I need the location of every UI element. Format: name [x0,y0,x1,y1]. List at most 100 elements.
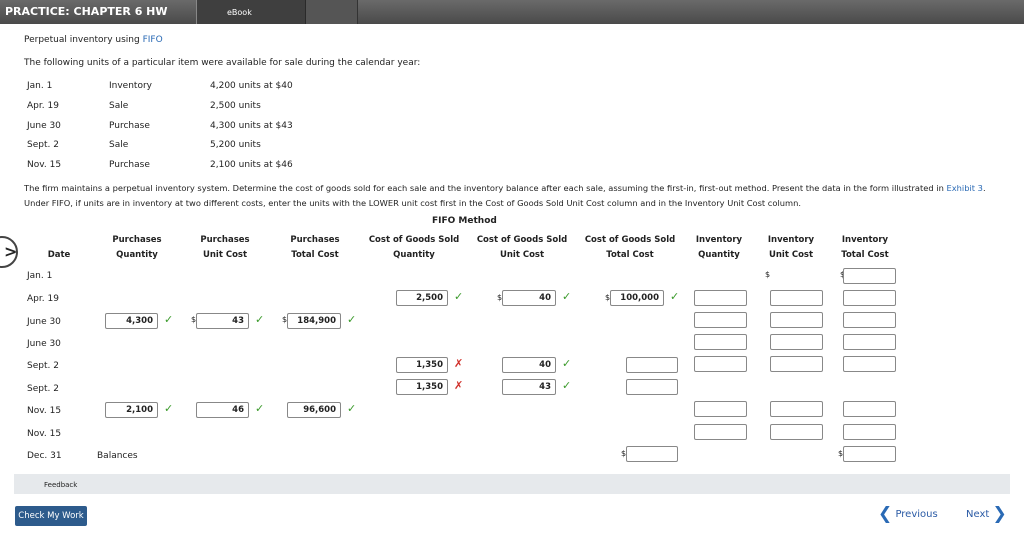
assignment-title: PRACTICE: CHAPTER 6 HW [5,5,168,18]
inventory-total-cost-input[interactable] [843,401,896,417]
purchases-quantity-input[interactable]: 4,300 [105,313,158,329]
check-icon: ✓ [164,402,174,415]
dollar-sign: $ [765,270,771,279]
inventory-quantity-input[interactable] [694,312,747,328]
cogs-total-cost-input[interactable] [626,357,678,373]
purchases-total-cost-input[interactable]: 96,600 [287,402,341,418]
transaction-type: Sale [109,140,129,150]
inventory-quantity-input[interactable] [694,290,747,306]
purchases-unit-cost-input[interactable]: 43 [196,313,249,329]
transaction-detail: 4,300 units at $43 [210,121,293,131]
cross-icon: ✗ [454,379,464,392]
cogs-total-cost-input[interactable] [626,379,678,395]
row-date: Apr. 19 [27,294,59,304]
next-label: Next [966,509,990,520]
ebook-tab[interactable]: eBook [196,0,306,24]
transaction-type: Inventory [109,81,152,91]
transaction-date: Jan. 1 [27,81,53,91]
cogs-total-cost-input[interactable]: 100,000 [610,290,664,306]
header-inventory-unit-cost: Inventory Unit Cost [767,235,815,260]
cogs-total-cost-balance-input[interactable] [626,446,678,462]
cogs-unit-cost-input[interactable]: 43 [502,379,556,395]
inventory-quantity-input[interactable] [694,356,747,372]
next-button[interactable]: Next ❯ [966,504,1007,524]
check-icon: ✓ [255,402,265,415]
cogs-quantity-input[interactable]: 1,350 [396,357,448,373]
check-icon: ✓ [562,357,572,370]
fifo-link[interactable]: FIFO [143,35,163,45]
row-date: Nov. 15 [27,406,62,416]
top-bar: PRACTICE: CHAPTER 6 HW eBook [0,0,1024,24]
row-date: Sept. 2 [27,361,59,371]
header-date: Date [47,250,71,260]
transaction-detail: 2,500 units [210,101,261,111]
row-date: Jan. 1 [27,271,53,281]
transaction-type: Purchase [109,160,150,170]
row-date: Dec. 31 [27,451,62,461]
header-cogs-unit-cost: Cost of Goods Sold Unit Cost [476,235,568,260]
header-inventory-total-cost: Inventory Total Cost [841,235,889,260]
header-purchases-quantity: Purchases Quantity [112,235,162,260]
row-date: Nov. 15 [27,429,62,439]
cogs-quantity-input[interactable]: 1,350 [396,379,448,395]
row-date: June 30 [27,317,61,327]
instructions: The firm maintains a perpetual inventory… [24,183,986,208]
inventory-unit-cost-input[interactable] [770,424,823,440]
purchases-total-cost-input[interactable]: 184,900 [287,313,341,329]
inventory-quantity-input[interactable] [694,334,747,350]
chevron-right-icon: ❯ [992,504,1007,524]
row-date: Sept. 2 [27,384,59,394]
transaction-date: Sept. 2 [27,140,59,150]
previous-label: Previous [895,509,938,520]
cogs-unit-cost-input[interactable]: 40 [502,357,556,373]
side-nav-arrow[interactable]: > [0,236,18,268]
inventory-total-cost-balance-input[interactable] [843,446,896,462]
inventory-total-cost-input[interactable] [843,312,896,328]
inventory-total-cost-input[interactable] [843,334,896,350]
check-icon: ✓ [347,313,357,326]
blank-tab[interactable] [306,0,358,24]
header-cogs-total-cost: Cost of Goods Sold Total Cost [584,235,676,260]
inventory-unit-cost-input[interactable] [770,290,823,306]
table-title: FIFO Method [432,216,497,226]
purchases-quantity-input[interactable]: 2,100 [105,402,158,418]
chevron-right-icon: > [4,242,18,261]
transaction-type: Sale [109,101,129,111]
purchases-unit-cost-input[interactable]: 46 [196,402,249,418]
inventory-total-cost-input[interactable] [843,424,896,440]
check-icon: ✓ [562,290,572,303]
inventory-unit-cost-input[interactable] [770,401,823,417]
balances-label: Balances [97,451,138,461]
inventory-total-cost-input[interactable] [843,356,896,372]
inventory-total-cost-input[interactable] [843,268,896,284]
inventory-unit-cost-input[interactable] [770,356,823,372]
inventory-total-cost-input[interactable] [843,290,896,306]
check-icon: ✓ [670,290,680,303]
transaction-detail: 4,200 units at $40 [210,81,293,91]
problem-heading: Perpetual inventory using FIFO [24,35,163,45]
check-my-work-button[interactable]: Check My Work [15,506,87,526]
row-date: June 30 [27,339,61,349]
check-icon: ✓ [454,290,464,303]
transaction-date: Apr. 19 [27,101,59,111]
header-inventory-quantity: Inventory Quantity [695,235,743,260]
previous-button[interactable]: ❮ Previous [878,504,938,524]
check-icon: ✓ [255,313,265,326]
inventory-unit-cost-input[interactable] [770,312,823,328]
cogs-quantity-input[interactable]: 2,500 [396,290,448,306]
feedback-bar[interactable]: Feedback [14,474,1010,494]
exhibit-link[interactable]: Exhibit 3 [946,183,982,193]
transaction-type: Purchase [109,121,150,131]
transaction-detail: 5,200 units [210,140,261,150]
check-icon: ✓ [347,402,357,415]
check-icon: ✓ [164,313,174,326]
problem-intro: The following units of a particular item… [24,58,421,68]
cogs-unit-cost-input[interactable]: 40 [502,290,556,306]
inventory-quantity-input[interactable] [694,401,747,417]
transaction-detail: 2,100 units at $46 [210,160,293,170]
inventory-unit-cost-input[interactable] [770,334,823,350]
header-cogs-quantity: Cost of Goods Sold Quantity [368,235,460,260]
inventory-quantity-input[interactable] [694,424,747,440]
transaction-date: Nov. 15 [27,160,62,170]
chevron-left-icon: ❮ [878,504,893,524]
